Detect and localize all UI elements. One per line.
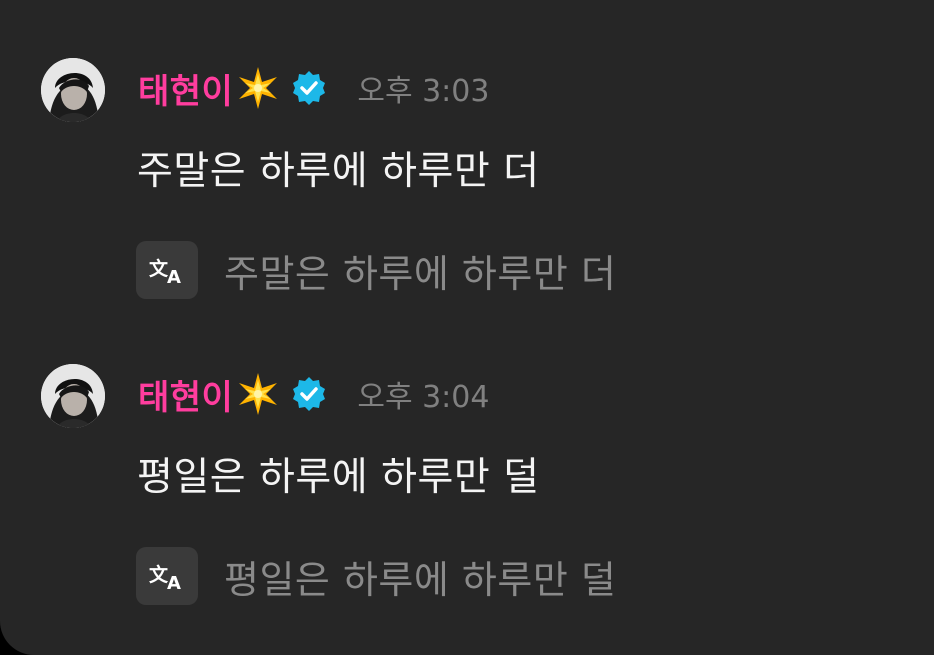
translated-text: 평일은 하루에 하루만 덜 xyxy=(224,558,617,602)
author-name[interactable]: 태현이 xyxy=(138,64,233,113)
svg-text:文: 文 xyxy=(149,563,169,586)
message-time: 오후 3:04 xyxy=(357,380,490,415)
avatar-image xyxy=(41,364,105,428)
svg-text:文: 文 xyxy=(149,257,169,280)
svg-text:A: A xyxy=(167,573,181,592)
translate-button[interactable]: 文 A xyxy=(136,547,198,605)
verified-badge-icon xyxy=(291,376,327,412)
verified-badge-icon xyxy=(291,70,327,106)
message-header: 태현이 오후 3:04 xyxy=(138,368,489,420)
translate-icon: 文 A xyxy=(149,257,181,286)
svg-text:A: A xyxy=(167,267,181,286)
translate-icon: 文 A xyxy=(149,563,181,592)
author-name[interactable]: 태현이 xyxy=(138,370,233,419)
chat-screen: 태현이 오후 3:03 주말은 하루에 하루만 더 文 A 주말은 하루에 하루… xyxy=(0,0,934,655)
avatar[interactable] xyxy=(41,364,105,428)
message-time: 오후 3:03 xyxy=(357,74,490,109)
sparkle-star-icon xyxy=(235,371,281,417)
translated-text: 주말은 하루에 하루만 더 xyxy=(224,252,617,296)
avatar-image xyxy=(41,58,105,122)
chat-message: 태현이 오후 3:03 주말은 하루에 하루만 더 文 A 주말은 하루에 하루… xyxy=(0,0,934,300)
chat-message: 태현이 오후 3:04 평일은 하루에 하루만 덜 文 A 평일은 하루에 하루… xyxy=(0,306,934,606)
message-text: 평일은 하루에 하루만 덜 xyxy=(137,455,540,500)
translate-button[interactable]: 文 A xyxy=(136,241,198,299)
message-text: 주말은 하루에 하루만 더 xyxy=(137,149,540,194)
sparkle-star-icon xyxy=(235,65,281,111)
avatar[interactable] xyxy=(41,58,105,122)
message-header: 태현이 오후 3:03 xyxy=(138,62,489,114)
